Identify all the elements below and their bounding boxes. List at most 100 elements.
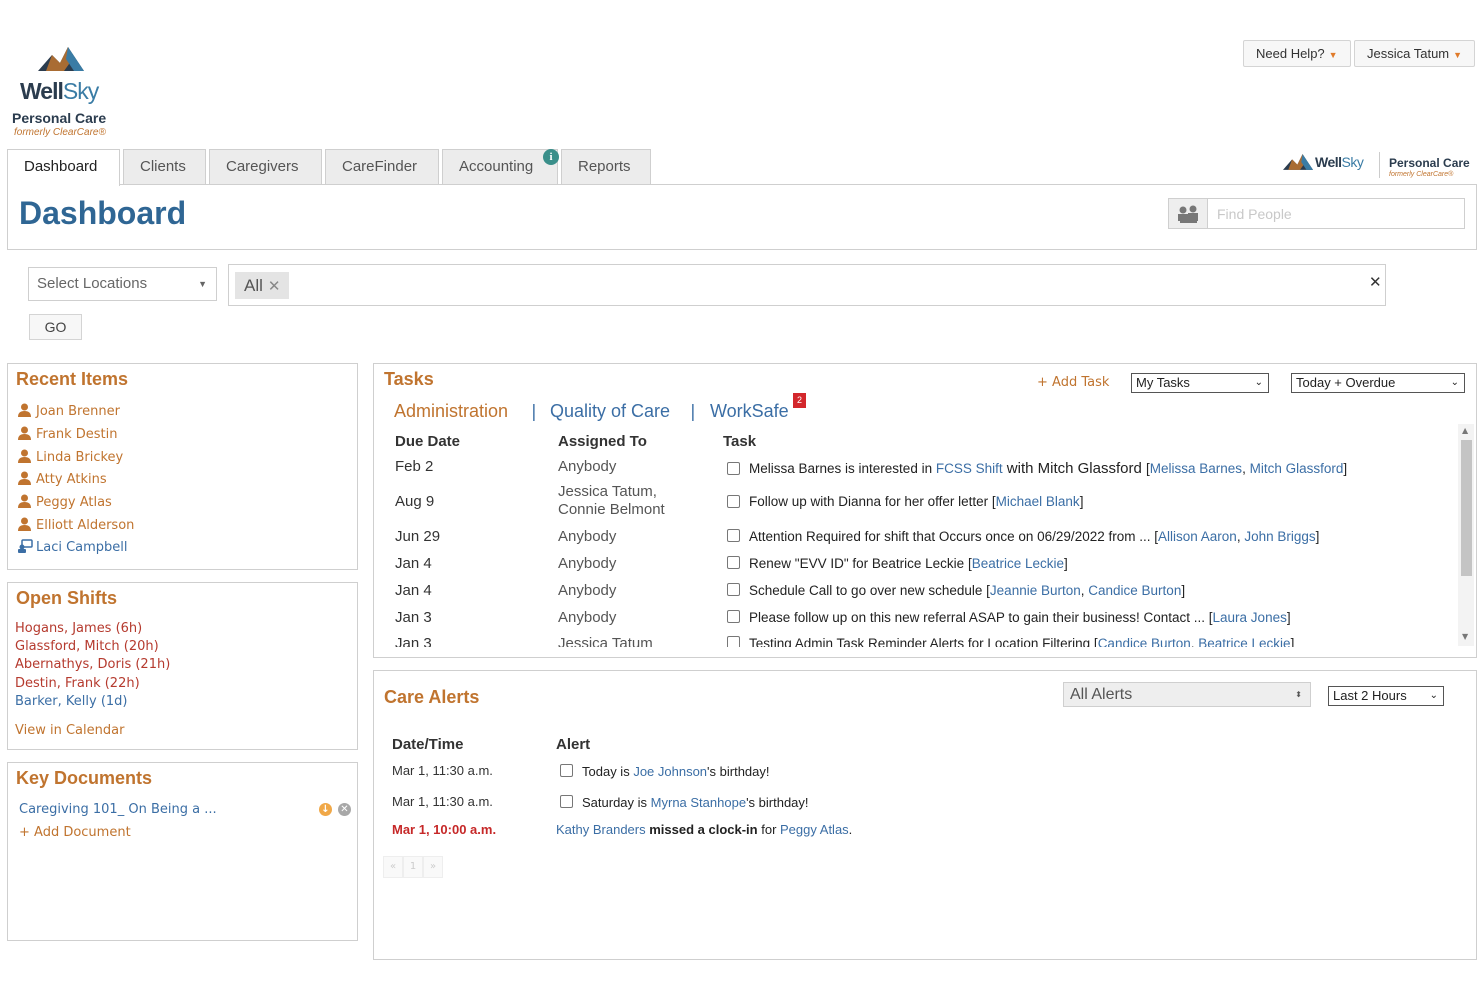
brand-divider (1379, 152, 1380, 178)
category-separator: | (531, 402, 537, 422)
task-checkbox[interactable] (727, 462, 740, 475)
category-quality-of-care[interactable]: Quality of Care (550, 401, 670, 422)
recent-item[interactable]: Linda Brickey (18, 449, 123, 467)
view-in-calendar-link[interactable]: View in Calendar (15, 723, 124, 738)
task-text: Follow up with Dianna for her offer lett… (749, 494, 1084, 509)
person-link[interactable]: Candice Burton (1098, 636, 1191, 647)
task-checkbox[interactable] (727, 583, 740, 596)
location-tag-chip[interactable]: All ✕ (235, 272, 290, 299)
person-link[interactable]: Mitch Glassford (1250, 461, 1344, 476)
key-documents-title: Key Documents (16, 768, 153, 788)
need-help-button[interactable]: Need Help? ▼ (1243, 40, 1351, 67)
alert-type-select[interactable]: All Alerts ⬍ (1063, 682, 1311, 707)
alert-range-select[interactable]: Last 2 Hours ⌄ (1328, 686, 1444, 706)
alert-checkbox[interactable] (560, 764, 573, 777)
add-document-link[interactable]: + Add Document (19, 825, 131, 840)
recent-item[interactable]: Elliott Alderson (18, 517, 134, 535)
person-link[interactable]: Kathy Branders (556, 822, 646, 837)
pager-next[interactable]: » (423, 856, 443, 878)
open-shift-item[interactable]: Hogans, James (6h) (15, 621, 142, 636)
recent-item[interactable]: Peggy Atlas (18, 494, 112, 512)
person-link[interactable]: Melissa Barnes (1150, 461, 1242, 476)
person-icon (18, 449, 32, 467)
category-worksafe[interactable]: WorkSafe (710, 401, 789, 422)
clear-tags-icon[interactable]: ✕ (1369, 273, 1382, 291)
chevron-down-icon: ⌄ (1254, 377, 1263, 388)
recent-item[interactable]: Frank Destin (18, 426, 117, 444)
remove-tag-icon[interactable]: ✕ (268, 278, 281, 295)
task-checkbox[interactable] (727, 495, 740, 508)
task-checkbox[interactable] (727, 636, 740, 647)
location-tags-input[interactable]: All ✕ ✕ (228, 264, 1386, 306)
column-assigned-to[interactable]: Assigned To (558, 433, 647, 450)
open-shift-item[interactable]: Abernathys, Doris (21h) (15, 657, 170, 672)
tab-carefinder[interactable]: CareFinder (325, 149, 439, 185)
column-due-date[interactable]: Due Date (395, 433, 460, 450)
person-icon (18, 426, 32, 444)
task-due-date: Jan 3 (395, 635, 432, 647)
person-link[interactable]: Jeannie Burton (990, 583, 1081, 598)
tab-accounting[interactable]: Accounting (442, 149, 558, 185)
task-link[interactable]: FCSS Shift (936, 461, 1003, 476)
chevron-down-icon: ▼ (198, 279, 207, 289)
tab-clients[interactable]: Clients (123, 149, 206, 185)
recent-item-label[interactable]: Laci Campbell (36, 540, 128, 555)
scroll-up-icon[interactable]: ▲ (1462, 426, 1468, 435)
scroll-thumb[interactable] (1461, 440, 1472, 576)
go-button[interactable]: GO (29, 314, 82, 340)
task-checkbox[interactable] (727, 529, 740, 542)
product-name: Personal Care (12, 110, 107, 126)
pager-page[interactable]: 1 (403, 856, 423, 878)
select-locations-dropdown[interactable]: Select Locations ▼ (28, 267, 217, 301)
add-task-link[interactable]: + Add Task (1037, 375, 1109, 390)
alert-checkbox[interactable] (560, 795, 573, 808)
person-icon (18, 494, 32, 512)
task-range-select[interactable]: Today + Overdue ⌄ (1291, 373, 1465, 393)
document-link[interactable]: Caregiving 101_ On Being a ... (19, 802, 217, 817)
task-due-date: Jun 29 (395, 528, 441, 545)
recent-item-label[interactable]: Frank Destin (36, 427, 117, 442)
person-link[interactable]: Candice Burton (1088, 583, 1181, 598)
recent-item-label[interactable]: Joan Brenner (36, 404, 120, 419)
recent-item-label[interactable]: Atty Atkins (36, 472, 107, 487)
task-owner-select[interactable]: My Tasks ⌄ (1131, 373, 1269, 393)
formerly-note: formerly ClearCare® (14, 127, 106, 138)
column-task[interactable]: Task (723, 433, 756, 450)
recent-item-label[interactable]: Linda Brickey (36, 450, 123, 465)
task-assigned-to: Anybody (558, 458, 617, 475)
person-link[interactable]: Allison Aaron (1158, 529, 1237, 544)
category-administration[interactable]: Administration (394, 401, 508, 422)
people-icon[interactable] (1169, 199, 1208, 228)
tab-caregivers[interactable]: Caregivers (209, 149, 322, 185)
open-shift-item[interactable]: Glassford, Mitch (20h) (15, 639, 159, 654)
remove-document-icon[interactable]: ✕ (338, 803, 351, 816)
alert-date: Mar 1, 11:30 a.m. (392, 794, 493, 809)
person-link[interactable]: John Briggs (1244, 529, 1315, 544)
person-link[interactable]: Peggy Atlas (780, 822, 849, 837)
download-icon[interactable]: ↓ (319, 803, 332, 816)
open-shift-item[interactable]: Destin, Frank (22h) (15, 676, 140, 691)
tasks-scrollbar[interactable]: ▲ ▼ (1458, 424, 1474, 646)
recent-item-label[interactable]: Elliott Alderson (36, 518, 134, 533)
open-shift-item[interactable]: Barker, Kelly (1d) (15, 694, 128, 709)
person-link[interactable]: Beatrice Leckie (1198, 636, 1290, 647)
tab-dashboard[interactable]: Dashboard (7, 149, 120, 186)
pager-prev[interactable]: « (383, 856, 403, 878)
recent-item[interactable]: Atty Atkins (18, 471, 107, 489)
find-people-input[interactable] (1209, 199, 1463, 228)
recent-item-label[interactable]: Peggy Atlas (36, 495, 112, 510)
person-link[interactable]: Laura Jones (1213, 610, 1287, 625)
person-link[interactable]: Joe Johnson (633, 764, 707, 779)
task-checkbox[interactable] (727, 556, 740, 569)
person-link[interactable]: Beatrice Leckie (972, 556, 1064, 571)
alert-date: Mar 1, 10:00 a.m. (392, 822, 497, 837)
scroll-down-icon[interactable]: ▼ (1462, 632, 1468, 641)
user-menu-button[interactable]: Jessica Tatum ▼ (1354, 40, 1476, 67)
tab-reports[interactable]: Reports (561, 149, 651, 185)
alert-date: Mar 1, 11:30 a.m. (392, 763, 493, 778)
recent-item[interactable]: Joan Brenner (18, 403, 120, 421)
recent-item[interactable]: Laci Campbell (18, 539, 128, 557)
person-link[interactable]: Michael Blank (996, 494, 1080, 509)
person-link[interactable]: Myrna Stanhope (651, 795, 746, 810)
task-checkbox[interactable] (727, 610, 740, 623)
